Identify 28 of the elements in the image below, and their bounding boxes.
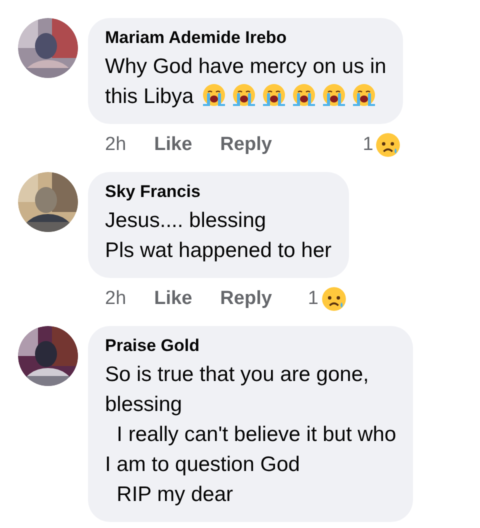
reply-link[interactable]: Reply bbox=[220, 288, 272, 310]
crying-face-icon bbox=[202, 83, 226, 107]
author-name[interactable]: Sky Francis bbox=[105, 182, 332, 202]
comment-text: Why God have mercy on us in bbox=[105, 55, 386, 78]
reaction-count: 1 bbox=[308, 288, 318, 310]
comment-text: I really can't believe it but who bbox=[116, 423, 396, 446]
like-link[interactable]: Like bbox=[154, 134, 192, 156]
comment-text: Pls wat happened to her bbox=[105, 239, 332, 262]
comment-text: blessing bbox=[105, 393, 182, 416]
author-name[interactable]: Mariam Ademide Irebo bbox=[105, 28, 386, 48]
comment-text: I am to question God bbox=[105, 453, 300, 476]
like-link[interactable]: Like bbox=[154, 288, 192, 310]
crying-face-icon bbox=[292, 83, 316, 107]
crying-face-icon bbox=[232, 83, 256, 107]
reaction-count: 1 bbox=[362, 134, 374, 156]
sad-face-icon bbox=[320, 286, 346, 312]
crying-face-icon bbox=[352, 83, 376, 107]
comment-text: So is true that you are gone, bbox=[105, 363, 369, 386]
timestamp: 2h bbox=[105, 134, 126, 156]
author-name[interactable]: Praise Gold bbox=[105, 336, 396, 356]
crying-face-icon bbox=[262, 83, 286, 107]
sad-face-icon bbox=[375, 132, 402, 158]
comment-text: Jesus.... blessing bbox=[105, 209, 266, 232]
comment-text: RIP my dear bbox=[116, 483, 233, 506]
timestamp: 2h bbox=[105, 288, 126, 310]
reply-link[interactable]: Reply bbox=[220, 134, 272, 156]
crying-face-icon bbox=[322, 83, 346, 107]
comment-text: this Libya bbox=[105, 85, 194, 108]
